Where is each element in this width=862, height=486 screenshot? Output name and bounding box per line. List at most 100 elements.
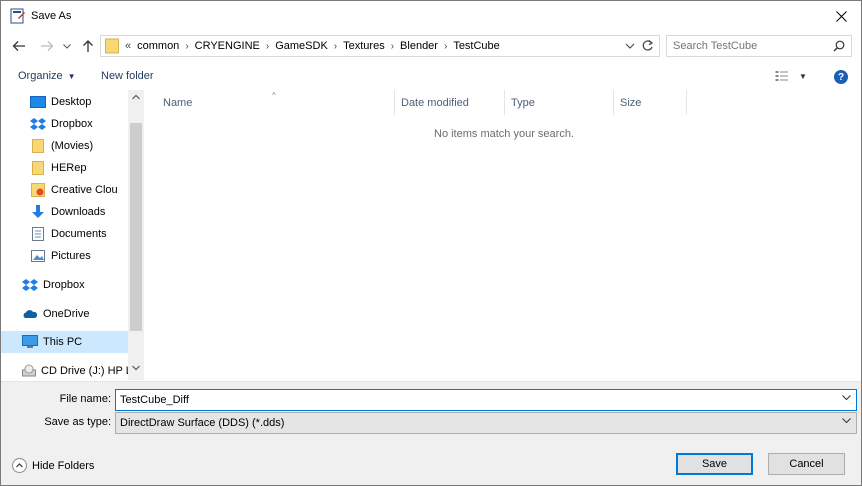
window-title: Save As [31, 10, 72, 22]
app-icon [10, 8, 25, 24]
breadcrumb-overflow[interactable]: « [125, 40, 131, 52]
breadcrumb-separator-icon[interactable]: › [185, 41, 188, 52]
nav-item-label: (Movies) [51, 140, 94, 152]
breadcrumb-item-cryengine[interactable]: CRYENGINE [195, 40, 260, 52]
column-header-name[interactable]: Name [157, 90, 395, 115]
breadcrumb-item-common[interactable]: common [137, 40, 179, 52]
nav-item-label: This PC [43, 336, 83, 348]
search-box[interactable] [666, 35, 852, 57]
navigation-pane: Desktop Dropbox (Movies) HERep Creative … [1, 90, 144, 380]
nav-item-label: Pictures [51, 250, 91, 262]
computer-icon [22, 335, 38, 349]
folder-icon [105, 38, 119, 54]
search-input[interactable] [673, 39, 823, 53]
nav-item-onedrive[interactable]: OneDrive [22, 303, 144, 325]
nav-item-movies[interactable]: (Movies) [30, 135, 144, 157]
breadcrumb-item-testcube[interactable]: TestCube [453, 40, 499, 52]
breadcrumb-item-textures[interactable]: Textures [343, 40, 385, 52]
chevron-up-icon [12, 458, 27, 473]
save-type-value: DirectDraw Surface (DDS) (*.dds) [120, 417, 285, 429]
nav-item-herep[interactable]: HERep [30, 157, 144, 179]
hide-folders-button[interactable]: Hide Folders [12, 458, 94, 473]
breadcrumb: « common › CRYENGINE › GameSDK › Texture… [125, 40, 500, 52]
scroll-thumb[interactable] [130, 123, 142, 331]
file-name-input[interactable] [120, 393, 820, 407]
save-type-select[interactable]: DirectDraw Surface (DDS) (*.dds) [115, 412, 857, 434]
breadcrumb-item-blender[interactable]: Blender [400, 40, 438, 52]
chevron-down-icon [842, 418, 851, 424]
cancel-button-label: Cancel [789, 458, 824, 470]
dropbox-icon [22, 278, 38, 292]
save-button-label: Save [701, 458, 728, 470]
scroll-down-icon[interactable] [132, 365, 140, 371]
folder-icon [30, 139, 46, 153]
title-bar: Save As [1, 1, 861, 31]
nav-item-label: Downloads [51, 206, 106, 218]
nav-item-label: Documents [51, 228, 107, 240]
chevron-down-icon [63, 43, 71, 49]
nav-item-label: Dropbox [43, 279, 85, 291]
pictures-icon [30, 249, 46, 263]
nav-item-desktop[interactable]: Desktop [30, 91, 144, 113]
nav-item-label: OneDrive [43, 308, 90, 320]
cancel-button[interactable]: Cancel [768, 453, 845, 475]
nav-item-label: Dropbox [51, 118, 93, 130]
documents-icon [30, 227, 46, 241]
column-header-label: Date modified [401, 96, 469, 109]
nav-item-label: Creative Clou [51, 184, 118, 196]
breadcrumb-separator-icon[interactable]: › [444, 41, 447, 52]
new-folder-button[interactable]: New folder [101, 70, 154, 82]
back-button[interactable] [10, 37, 28, 55]
nav-item-creative-cloud[interactable]: Creative Clou [30, 179, 144, 201]
nav-item-pictures[interactable]: Pictures [30, 245, 144, 267]
refresh-icon[interactable] [641, 39, 654, 53]
forward-button[interactable] [38, 37, 56, 55]
address-history-chevron-icon[interactable] [625, 39, 635, 53]
breadcrumb-separator-icon[interactable]: › [391, 41, 394, 52]
command-bar: Organize ▼ New folder ▼ ? [1, 64, 861, 90]
arrow-left-icon [12, 41, 25, 51]
close-icon [835, 10, 847, 22]
address-bar[interactable]: « common › CRYENGINE › GameSDK › Texture… [100, 35, 660, 57]
nav-scrollbar[interactable] [128, 90, 144, 380]
creative-cloud-icon [30, 183, 46, 197]
nav-item-dropbox[interactable]: Dropbox [22, 274, 144, 296]
organize-button[interactable]: Organize ▼ [18, 70, 76, 82]
nav-item-label: CD Drive (J:) HP L [41, 365, 128, 377]
save-button[interactable]: Save [676, 453, 753, 475]
view-dropdown-arrow-icon: ▼ [799, 71, 807, 81]
scroll-up-icon[interactable] [132, 94, 140, 100]
nav-item-dropbox-quick[interactable]: Dropbox [30, 113, 144, 135]
column-header-label: Type [511, 96, 535, 109]
column-header-label: Name [163, 96, 193, 109]
close-button[interactable] [821, 1, 861, 31]
nav-item-documents[interactable]: Documents [30, 223, 144, 245]
nav-item-downloads[interactable]: Downloads [30, 201, 144, 223]
chevron-down-icon[interactable] [842, 395, 851, 401]
breadcrumb-separator-icon[interactable]: › [266, 41, 269, 52]
arrow-right-icon [41, 41, 54, 51]
view-details-icon [775, 71, 788, 81]
file-name-field[interactable] [115, 389, 857, 411]
breadcrumb-item-gamesdk[interactable]: GameSDK [275, 40, 328, 52]
column-header-size[interactable]: Size [614, 90, 687, 115]
help-icon[interactable]: ? [834, 70, 848, 84]
recent-locations-button[interactable] [61, 37, 73, 55]
file-name-label: File name: [59, 393, 111, 405]
arrow-up-icon [83, 40, 93, 52]
change-view-button[interactable]: ▼ [775, 70, 807, 82]
nav-item-cd-drive[interactable]: CD Drive (J:) HP L [22, 360, 128, 380]
column-header-label: Size [620, 96, 642, 109]
search-icon[interactable] [833, 40, 845, 52]
up-button[interactable] [79, 37, 97, 55]
cd-drive-icon [22, 364, 36, 378]
column-header-date-modified[interactable]: Date modified [395, 90, 505, 115]
file-list: ^ Name Date modified Type Size No items … [144, 90, 861, 380]
organize-label: Organize [18, 70, 63, 82]
save-form: File name: Save as type: DirectDraw Surf… [1, 381, 861, 485]
nav-item-this-pc[interactable]: This PC [1, 331, 128, 353]
nav-item-label: Desktop [51, 96, 92, 108]
breadcrumb-separator-icon[interactable]: › [334, 41, 337, 52]
column-header-type[interactable]: Type [505, 90, 614, 115]
folder-icon [30, 161, 46, 175]
